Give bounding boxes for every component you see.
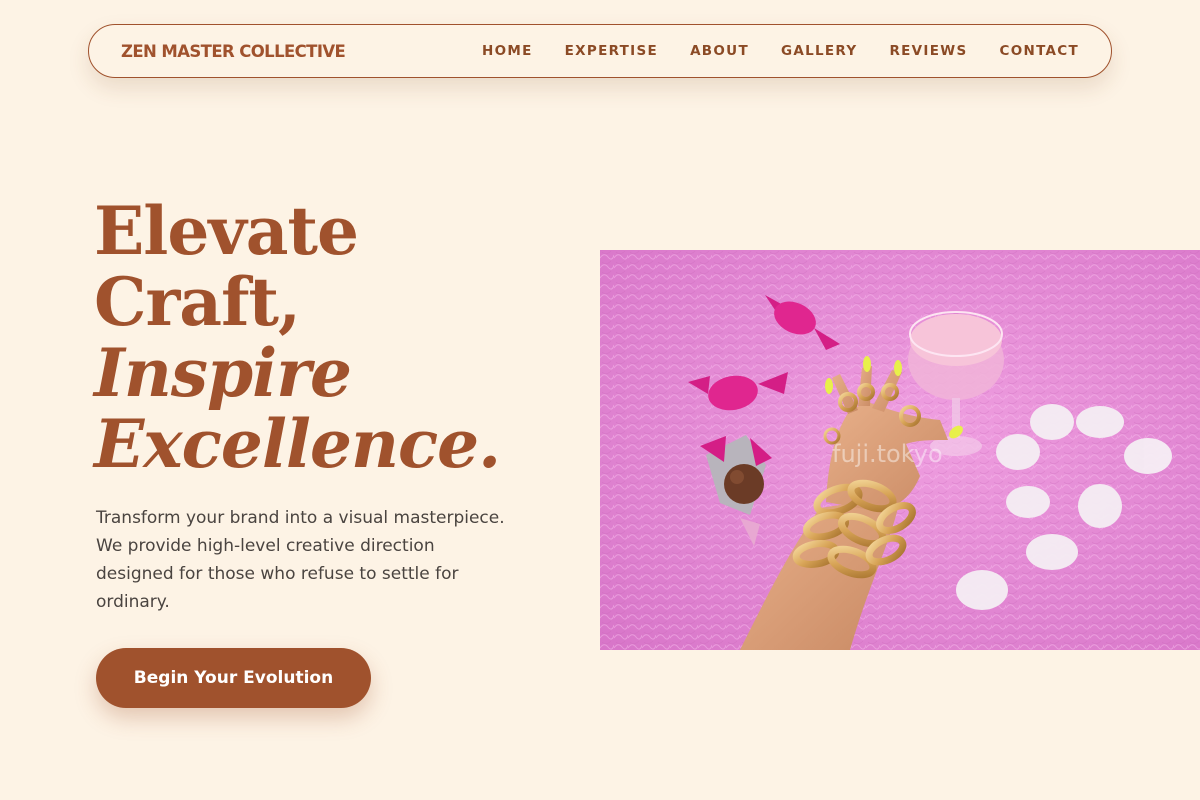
- nav-link-contact[interactable]: CONTACT: [999, 43, 1079, 59]
- nav-link-home[interactable]: HOME: [482, 43, 533, 59]
- image-watermark: fuji.tokyo: [832, 440, 943, 468]
- nav-link-about[interactable]: ABOUT: [690, 43, 749, 59]
- brand-logo[interactable]: ZEN MASTER COLLECTIVE: [121, 42, 346, 61]
- nav-link-gallery[interactable]: GALLERY: [781, 43, 858, 59]
- headline-line-2: Craft,: [94, 263, 301, 341]
- headline-line-4: Excellence.: [94, 405, 501, 483]
- headline-line-1: Elevate: [94, 192, 359, 270]
- hero-subtext: Transform your brand into a visual maste…: [96, 508, 505, 612]
- hero-headline: Elevate Craft, Inspire Excellence.: [94, 192, 501, 483]
- hero-image: fuji.tokyo: [600, 250, 1200, 650]
- begin-evolution-button[interactable]: Begin Your Evolution: [96, 648, 371, 708]
- nav-links: HOME EXPERTISE ABOUT GALLERY REVIEWS CON…: [450, 43, 1079, 59]
- headline-line-3: Inspire: [94, 334, 352, 412]
- nav-link-reviews[interactable]: REVIEWS: [889, 43, 967, 59]
- nav-link-expertise[interactable]: EXPERTISE: [565, 43, 658, 59]
- top-navbar: ZEN MASTER COLLECTIVE HOME EXPERTISE ABO…: [88, 24, 1112, 78]
- hero-image-illustration: fuji.tokyo: [600, 250, 1200, 650]
